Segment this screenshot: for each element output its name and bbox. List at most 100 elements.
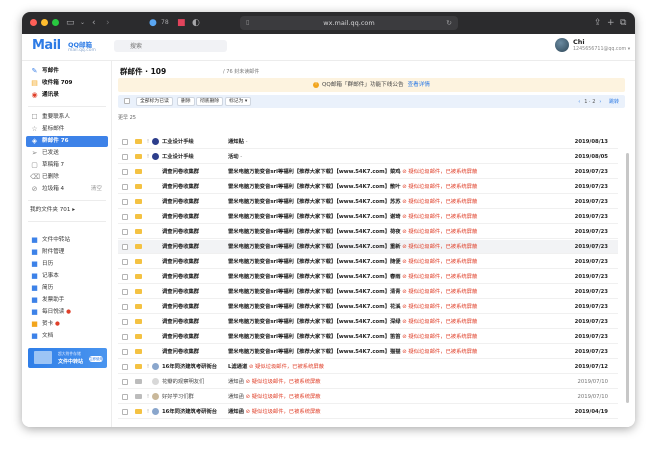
row-checkbox[interactable] bbox=[122, 304, 128, 310]
row-checkbox[interactable] bbox=[122, 154, 128, 160]
sidebar-item-invoice[interactable]: ■ 发票助手 bbox=[26, 295, 108, 306]
close-window-button[interactable] bbox=[30, 19, 37, 26]
row-checkbox[interactable] bbox=[122, 409, 128, 415]
mail-toolbar: 全部标为已读 删除 彻底删除 标记为 ▾ ‹ 1 · 2 › 跳转 bbox=[118, 95, 625, 108]
user-name[interactable]: Chi bbox=[573, 38, 585, 46]
sidebar-item-label: 每日悦读 ● bbox=[42, 309, 72, 315]
sidebar-item-calendar[interactable]: ■ 日历 bbox=[26, 259, 108, 270]
table-row[interactable]: 调查问卷收集群 雷米电脑万能变音srl等福利【推荐大家下载】【www.54K7.c… bbox=[118, 225, 618, 239]
table-row[interactable]: 调查问卷收集群 雷米电脑万能变音srl等福利【推荐大家下载】【www.54K7.c… bbox=[118, 285, 618, 299]
sidebar-item-important-contacts[interactable]: ☐ 重要联系人 bbox=[26, 112, 108, 123]
tabs-overview-icon[interactable]: ⧉ bbox=[620, 17, 626, 29]
jump-page-link[interactable]: 跳转 bbox=[609, 99, 619, 105]
sidebar-item-reading[interactable]: ■ 每日悦读 ● bbox=[26, 307, 108, 318]
table-row[interactable]: 花瓣的观察明友们 通知函 ⊘ 疑似垃圾邮件，已被系统屏蔽 2019/07/10 bbox=[118, 375, 618, 389]
row-checkbox[interactable] bbox=[122, 244, 128, 250]
sidebar-item-contacts[interactable]: ◉ 通讯录 bbox=[26, 90, 108, 101]
zoom-window-button[interactable] bbox=[52, 19, 59, 26]
sidebar-item-group-mail[interactable]: ◈ 群邮件 76 bbox=[26, 136, 108, 147]
banner-button[interactable]: 立即使用 bbox=[89, 356, 103, 362]
search-input[interactable] bbox=[114, 40, 227, 52]
file-transfer-banner[interactable]: 超大附件存储 文件中转站 立即使用 bbox=[28, 348, 107, 368]
empty-spam-link[interactable]: 清空 bbox=[91, 184, 102, 195]
browser-toolbar: ▭ ⌄ ‹ › ● 78 ■ ◐ ▯ wx.mail.qq.com ↻ ⇪ + … bbox=[22, 12, 635, 34]
sidebar-item-card[interactable]: ■ 贺卡 ● bbox=[26, 319, 108, 330]
reload-icon[interactable]: ↻ bbox=[446, 16, 452, 30]
new-tab-icon[interactable]: + bbox=[607, 17, 615, 29]
row-checkbox[interactable] bbox=[122, 289, 128, 295]
address-bar[interactable]: ▯ wx.mail.qq.com ↻ bbox=[240, 16, 458, 30]
row-sender: 好好学习们群 bbox=[162, 394, 194, 400]
table-row[interactable]: 调查问卷收集群 雷米电脑万能变音srl等福利【推荐大家下载】【www.54K7.c… bbox=[118, 270, 618, 284]
prev-page-button[interactable]: ‹ bbox=[578, 99, 580, 105]
table-row[interactable]: 调查问卷收集群 雷米电脑万能变音srl等福利【推荐大家下载】【www.54K7.c… bbox=[118, 300, 618, 314]
back-arrow-icon[interactable]: ‹ bbox=[92, 17, 96, 29]
sidebar-item-attachments[interactable]: ■ 附件管理 bbox=[26, 247, 108, 258]
table-row[interactable]: ! 工业设计手绘 活动 - 2019/08/05 bbox=[118, 150, 618, 164]
sidebar-item-spam[interactable]: ⊘ 垃圾箱 4 清空 bbox=[26, 184, 108, 195]
row-checkbox[interactable] bbox=[122, 394, 128, 400]
sidebar-item-label: 我的文件夹 701 ▸ bbox=[30, 207, 76, 213]
select-all-checkbox[interactable] bbox=[124, 98, 130, 104]
delete-forever-button[interactable]: 彻底删除 bbox=[196, 97, 224, 106]
sidebar-item-docs[interactable]: ■ 文档 bbox=[26, 331, 108, 342]
table-row[interactable]: 调查问卷收集群 雷米电脑万能变音srl等福利【推荐大家下载】【www.54K7.c… bbox=[118, 240, 618, 254]
spam-warning: ⊘ 疑似垃圾邮件，已被系统屏蔽 bbox=[402, 184, 478, 190]
avatar[interactable] bbox=[555, 38, 569, 52]
scrollbar[interactable] bbox=[626, 153, 629, 403]
delete-button[interactable]: 删除 bbox=[177, 97, 195, 106]
row-checkbox[interactable] bbox=[122, 259, 128, 265]
table-row[interactable]: ! 工业设计手绘 通知贴 - 2019/08/13 bbox=[118, 135, 618, 149]
table-row[interactable]: 调查问卷收集群 雷米电脑万能变音srl等福利【推荐大家下载】【www.54K7.c… bbox=[118, 330, 618, 344]
shield-icon[interactable]: ◐ bbox=[192, 17, 200, 29]
user-email[interactable]: 1245656711@qq.com ▾ bbox=[573, 47, 630, 52]
spam-warning: ⊘ 疑似垃圾邮件，已被系统屏蔽 bbox=[248, 364, 324, 370]
table-row[interactable]: 调查问卷收集群 雷米电脑万能变音srl等福利【推荐大家下载】【www.54K7.c… bbox=[118, 345, 618, 359]
row-checkbox[interactable] bbox=[122, 199, 128, 205]
sidebar-item-file-transfer[interactable]: ■ 文件中转站 bbox=[26, 235, 108, 246]
sidebar-toggle-icon[interactable]: ▭ bbox=[66, 17, 75, 29]
sidebar-item-inbox[interactable]: ▤ 收件箱 709 bbox=[26, 78, 108, 89]
sidebar-item-resume[interactable]: ■ 简历 bbox=[26, 283, 108, 294]
table-row[interactable]: ! 好好学习们群 通知函 ⊘ 疑似垃圾邮件，已被系统屏蔽 2019/07/10 bbox=[118, 390, 618, 404]
sidebar-item-notebook[interactable]: ■ 记事本 bbox=[26, 271, 108, 282]
table-row[interactable]: ! 16年同济建筑考研街台 通知函 ⊘ 疑似垃圾邮件，已被系统屏蔽 2019/04/1… bbox=[118, 405, 618, 419]
row-checkbox[interactable] bbox=[122, 184, 128, 190]
sidebar-item-deleted[interactable]: ⌫ 已删除 bbox=[26, 172, 108, 183]
table-row[interactable]: 调查问卷收集群 雷米电脑万能变音srl等福利【推荐大家下载】【www.54K7.c… bbox=[118, 255, 618, 269]
mark-as-dropdown[interactable]: 标记为 ▾ bbox=[225, 97, 252, 106]
sidebar-item-drafts[interactable]: ▢ 草稿箱 7 bbox=[26, 160, 108, 171]
row-checkbox[interactable] bbox=[122, 379, 128, 385]
chevron-down-icon[interactable]: ⌄ bbox=[80, 17, 85, 29]
row-checkbox[interactable] bbox=[122, 229, 128, 235]
row-checkbox[interactable] bbox=[122, 214, 128, 220]
tab-count[interactable]: 78 bbox=[161, 17, 169, 29]
table-row[interactable]: 调查问卷收集群 雷米电脑万能变音srl等福利【推荐大家下载】【www.54K7.c… bbox=[118, 180, 618, 194]
row-checkbox[interactable] bbox=[122, 334, 128, 340]
table-row[interactable]: 调查问卷收集群 雷米电脑万能变音srl等福利【推荐大家下载】【www.54K7.c… bbox=[118, 195, 618, 209]
row-checkbox[interactable] bbox=[122, 139, 128, 145]
page-numbers[interactable]: 1 · 2 bbox=[584, 99, 595, 105]
share-icon[interactable]: ⇪ bbox=[594, 17, 602, 29]
row-checkbox[interactable] bbox=[122, 364, 128, 370]
table-row[interactable]: 调查问卷收集群 雷米电脑万能变音srl等福利【推荐大家下载】【www.54K7.c… bbox=[118, 315, 618, 329]
minimize-window-button[interactable] bbox=[41, 19, 48, 26]
forward-arrow-icon[interactable]: › bbox=[106, 17, 110, 29]
table-row[interactable]: ! 16年同济建筑考研街台 L滤通道 ⊘ 疑似垃圾邮件，已被系统屏蔽 2019/07/… bbox=[118, 360, 618, 374]
sidebar-item-compose[interactable]: ✎ 写邮件 bbox=[26, 66, 108, 77]
row-checkbox[interactable] bbox=[122, 349, 128, 355]
notice-link[interactable]: 查看详情 bbox=[408, 82, 430, 88]
extension-icon[interactable]: ● bbox=[149, 17, 157, 29]
mark-all-read-button[interactable]: 全部标为已读 bbox=[136, 97, 173, 106]
table-row[interactable]: 调查问卷收集群 雷米电脑万能变音srl等福利【推荐大家下载】【www.54K7.c… bbox=[118, 210, 618, 224]
row-checkbox[interactable] bbox=[122, 169, 128, 175]
table-row[interactable]: 调查问卷收集群 雷米电脑万能变音srl等福利【推荐大家下载】【www.54K7.c… bbox=[118, 165, 618, 179]
sidebar: ✎ 写邮件 ▤ 收件箱 709 ◉ 通讯录 ☐ 重要联系人 ☆ 星标邮件 ◈ 群… bbox=[22, 61, 112, 427]
row-checkbox[interactable] bbox=[122, 274, 128, 280]
next-page-button[interactable]: › bbox=[599, 99, 601, 105]
sidebar-item-my-folders[interactable]: 我的文件夹 701 ▸ bbox=[26, 205, 108, 216]
sidebar-item-starred[interactable]: ☆ 星标邮件 bbox=[26, 124, 108, 135]
pocket-icon[interactable]: ■ bbox=[177, 17, 186, 29]
row-checkbox[interactable] bbox=[122, 319, 128, 325]
sidebar-item-sent[interactable]: ➢ 已发送 bbox=[26, 148, 108, 159]
